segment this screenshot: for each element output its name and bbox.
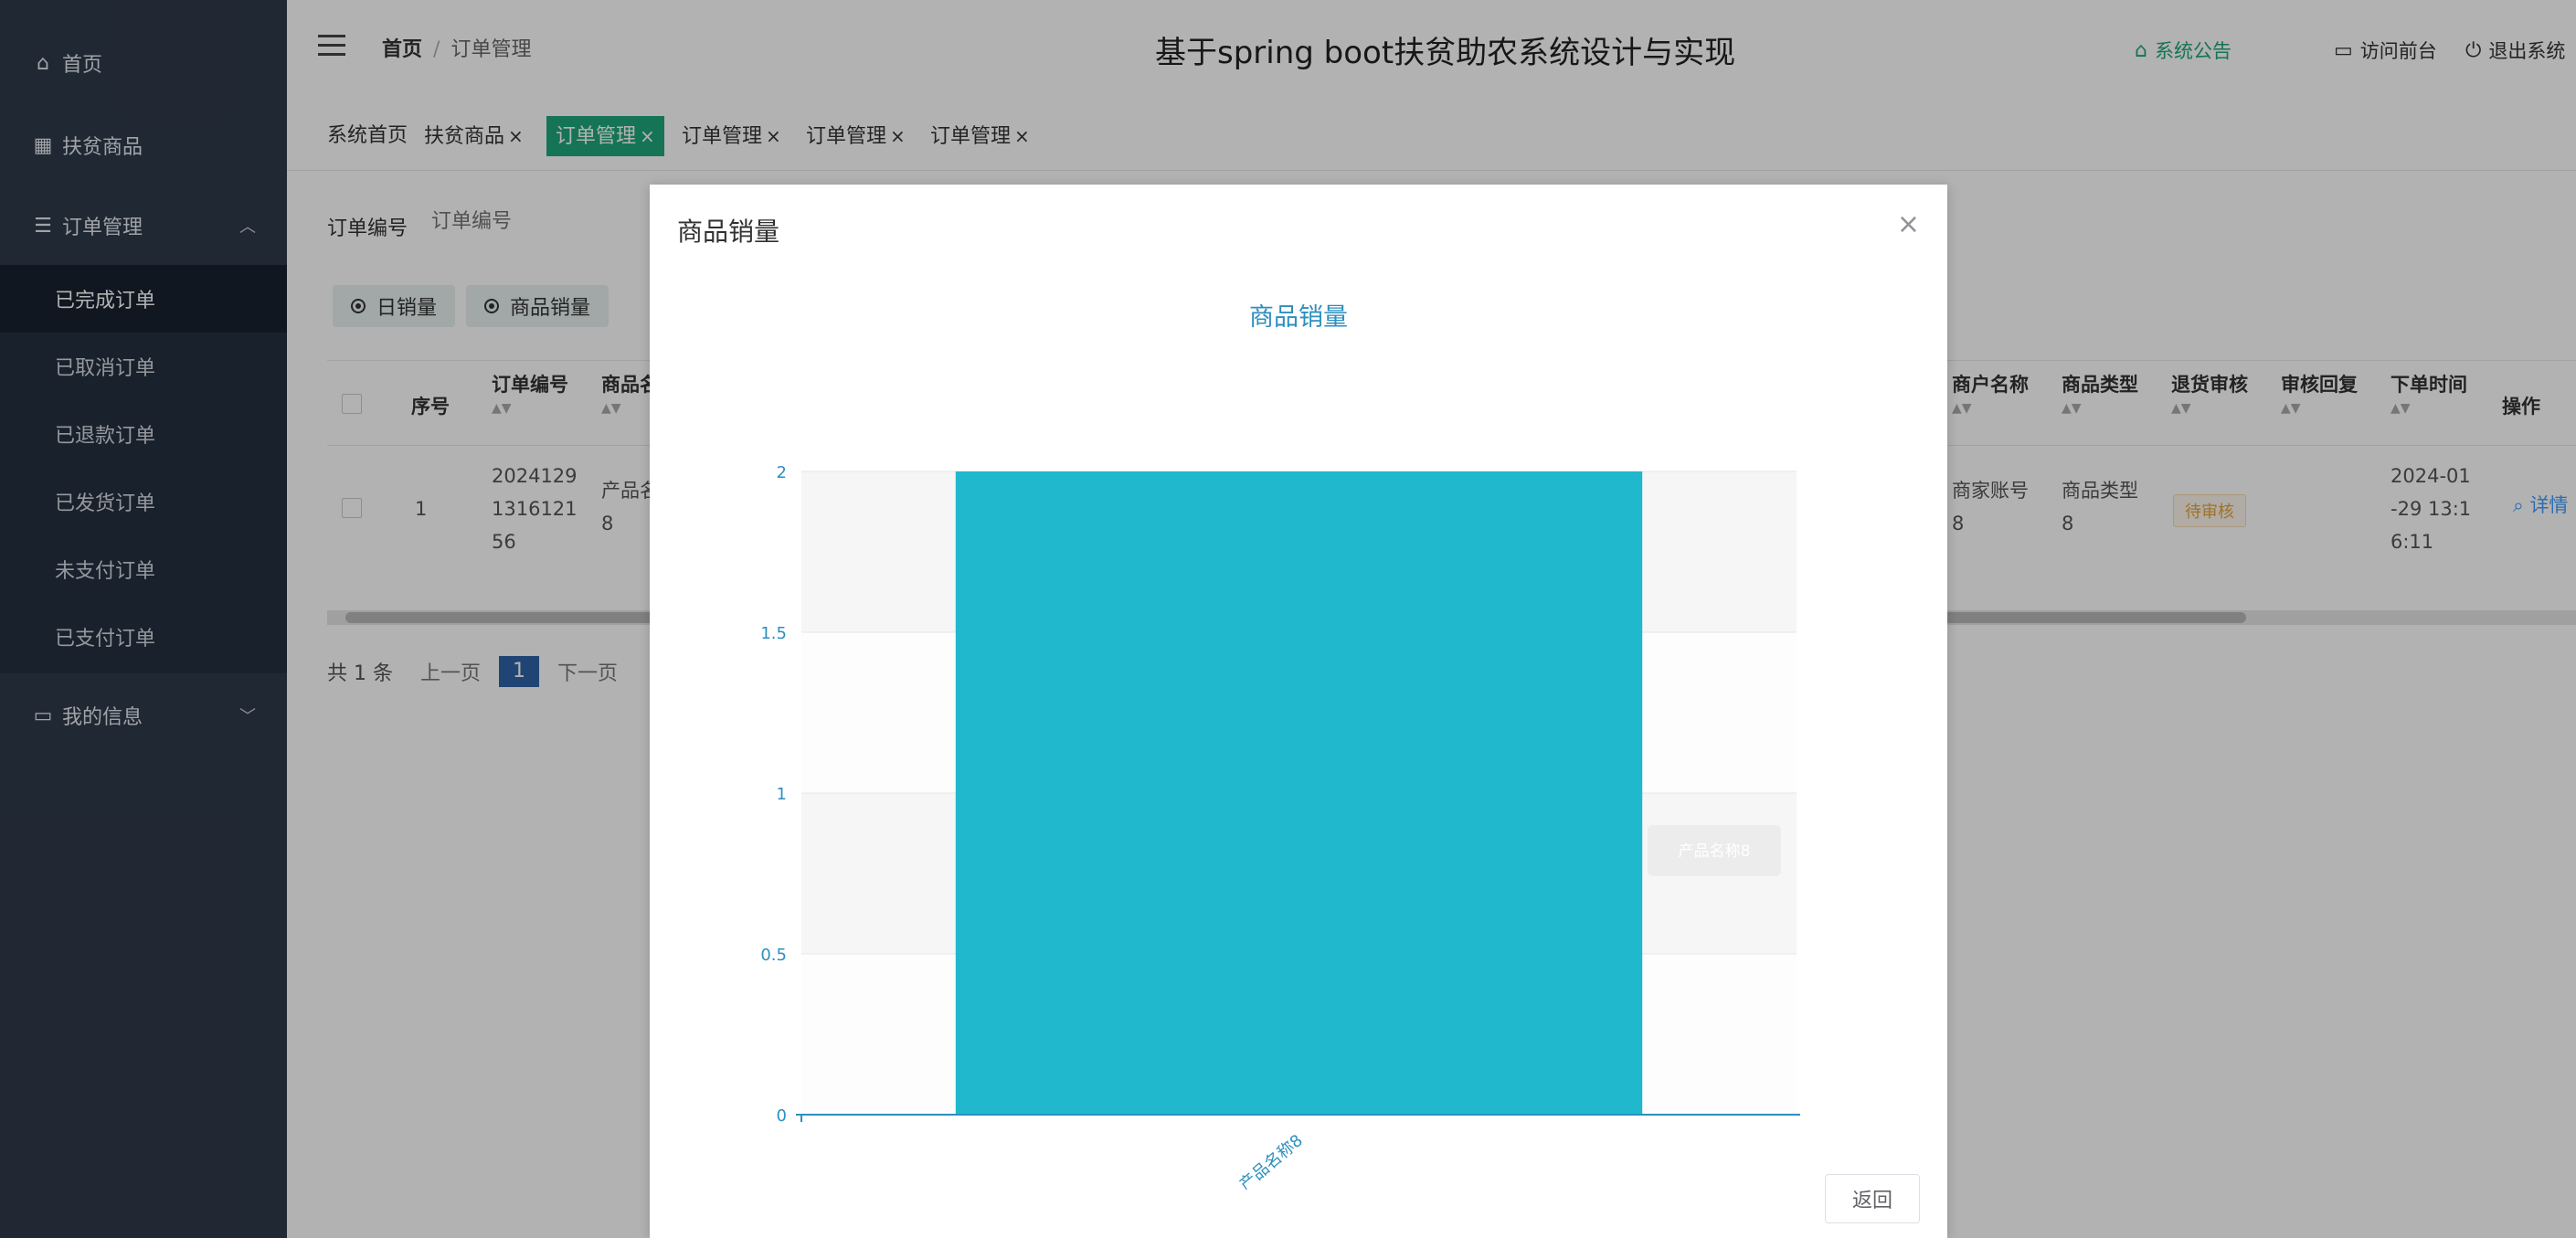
back-button[interactable]: 返回: [1825, 1174, 1920, 1223]
chart-tooltip: 产品名称8: [1648, 825, 1781, 876]
x-tick-label: 产品名称8: [1235, 1131, 1306, 1190]
bar[interactable]: [955, 471, 1643, 1115]
dialog-title: 商品销量: [677, 217, 780, 247]
y-tick-label: 1: [777, 785, 787, 804]
y-tick-label: 0: [777, 1106, 787, 1126]
sales-dialog: 商品销量 × 商品销量 0 0.5 1 1.5 2 产品名称8 产品名称8 返回: [650, 185, 1947, 1238]
y-tick-label: 1.5: [760, 624, 787, 643]
chart-bars: [955, 471, 1643, 1115]
y-tick-label: 0.5: [760, 946, 787, 965]
close-icon[interactable]: ×: [1897, 208, 1920, 240]
tooltip-text: 产品名称8: [1679, 842, 1751, 861]
y-tick-label: 2: [777, 463, 787, 482]
chart-title: 商品销量: [1249, 303, 1348, 332]
sales-chart: 商品销量 0 0.5 1 1.5 2 产品名称8 产品名称8: [760, 303, 1800, 1190]
